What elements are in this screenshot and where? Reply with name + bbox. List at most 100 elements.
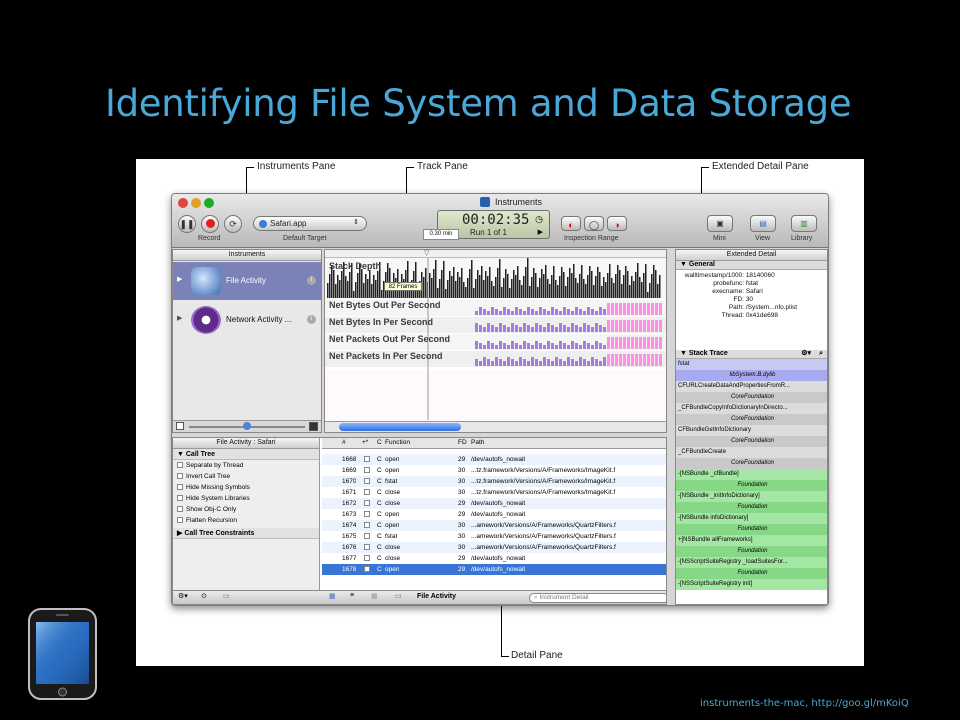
table-row[interactable]: 1671 Cclose 30 ...tz.framework/Versions/A/F… — [322, 487, 666, 498]
small-track-icon[interactable] — [176, 422, 184, 430]
loop-button[interactable]: ⟳ — [224, 215, 242, 233]
table-row[interactable]: 1668 Copen 29/dev/autofs_nowait — [322, 454, 666, 465]
large-track-icon[interactable] — [309, 422, 318, 431]
search-icon[interactable]: ⌕ — [819, 350, 823, 358]
gear-icon[interactable]: ⚙▾ — [178, 592, 188, 600]
column-path[interactable]: Path — [471, 438, 484, 448]
table-row[interactable]: 1674 Copen 30 ...amework/Versions/A/Framewo… — [322, 520, 666, 531]
column-stack[interactable]: +* — [362, 438, 368, 448]
table-row[interactable]: 1672 Cclose 29/dev/autofs_nowait — [322, 498, 666, 509]
column-function[interactable]: Function — [385, 438, 410, 448]
target-popup[interactable]: Safari.app ⇕ — [253, 216, 367, 231]
stack-checkbox[interactable] — [364, 467, 370, 473]
disclosure-triangle-icon[interactable]: ▶ — [177, 275, 182, 283]
checkbox[interactable] — [177, 517, 183, 523]
instrument-row-file-activity[interactable]: ▶ File Activity i — [173, 262, 321, 300]
stack-checkbox[interactable] — [364, 555, 370, 561]
column-index[interactable]: # — [342, 438, 346, 448]
checkbox[interactable] — [177, 462, 183, 468]
stack-frame-library[interactable]: Foundation — [676, 568, 827, 579]
gear-icon[interactable]: ⚙▾ — [801, 350, 811, 358]
stack-checkbox[interactable] — [364, 456, 370, 462]
option-hide-missing-symbols[interactable]: Hide Missing Symbols — [173, 482, 319, 493]
stack-frame-library[interactable]: CoreFoundation — [676, 392, 827, 403]
instrument-row-network-activity[interactable]: ▶ Network Activity ... i — [173, 301, 321, 339]
checkbox[interactable] — [177, 484, 183, 490]
capture-icon[interactable]: ⊙ — [201, 592, 207, 600]
library-button[interactable]: ▥ — [791, 215, 817, 232]
instrument-detail-search[interactable]: ⌕ Instrument Detail — [529, 593, 666, 603]
stack-checkbox[interactable] — [364, 500, 370, 506]
grid-view-icon[interactable]: ▦ — [371, 592, 378, 600]
slider-thumb[interactable] — [243, 422, 251, 430]
option-hide-system-libraries[interactable]: Hide System Libraries — [173, 493, 319, 504]
stack-frame-library[interactable]: Foundation — [676, 502, 827, 513]
run-next-icon[interactable]: ▶ — [538, 228, 543, 236]
table-row[interactable]: 1677 Cclose 29/dev/autofs_nowait — [322, 553, 666, 564]
stack-frame[interactable]: _CFBundleCreate — [676, 447, 827, 458]
stack-frame[interactable]: -[NSScriptSuiteRegistry _loadSuitesFor..… — [676, 557, 827, 568]
call-tree-section[interactable]: ▼ Call Tree — [173, 449, 319, 460]
track-scrollbar[interactable] — [325, 421, 666, 432]
checkbox[interactable] — [177, 506, 183, 512]
stack-frame-library[interactable]: Foundation — [676, 524, 827, 535]
scroll-thumb[interactable] — [339, 423, 461, 431]
close-window-button[interactable] — [178, 198, 188, 208]
minimize-window-button[interactable] — [191, 198, 201, 208]
inspection-start-button[interactable]: ◐ — [561, 216, 581, 231]
stack-frame-library[interactable]: Foundation — [676, 546, 827, 557]
stack-checkbox[interactable] — [364, 544, 370, 550]
stack-checkbox[interactable] — [364, 522, 370, 528]
stack-frame-library[interactable]: CoreFoundation — [676, 436, 827, 447]
stack-checkbox[interactable] — [364, 533, 370, 539]
table-row[interactable]: 1673 Copen 29/dev/autofs_nowait — [322, 509, 666, 520]
stack-frame-library[interactable]: CoreFoundation — [676, 414, 827, 425]
breadcrumb[interactable]: File Activity — [417, 593, 456, 600]
checkbox[interactable] — [177, 495, 183, 501]
stack-frame[interactable]: -[NSBundle _cfBundle] — [676, 469, 827, 480]
stack-frame-library[interactable]: CoreFoundation — [676, 458, 827, 469]
playhead-icon[interactable]: ▽ — [424, 250, 429, 257]
stack-frame[interactable]: +[NSBundle allFrameworks] — [676, 535, 827, 546]
stack-frame[interactable]: fstat — [676, 359, 827, 370]
table-row[interactable]: 1675 Cfstat 30 ...amework/Versions/A/Framew… — [322, 531, 666, 542]
disclosure-triangle-icon[interactable]: ▶ — [177, 314, 182, 322]
stack-frame[interactable]: _CFBundleCopyInfoDictionaryInDirecto... — [676, 403, 827, 414]
stack-checkbox[interactable] — [364, 489, 370, 495]
inspection-clear-button[interactable]: ◯ — [584, 216, 604, 231]
stack-frame[interactable]: -[NSScriptSuiteRegistry init] — [676, 579, 827, 590]
column-fd[interactable]: FD — [458, 438, 467, 448]
view-button[interactable]: ▤ — [750, 215, 776, 232]
option-flatten-recursion[interactable]: Flatten Recursion — [173, 515, 319, 526]
option-invert-call-tree[interactable]: Invert Call Tree — [173, 471, 319, 482]
stack-checkbox[interactable] — [364, 511, 370, 517]
option-separate-by-thread[interactable]: Separate by Thread — [173, 460, 319, 471]
stack-frame[interactable]: -[NSBundle infoDictionary] — [676, 513, 827, 524]
stack-frame[interactable]: CFBundleGetInfoDictionary — [676, 425, 827, 436]
display-icon[interactable]: ▭ — [223, 592, 230, 600]
inspection-end-button[interactable]: ◑ — [607, 216, 627, 231]
stack-frame-library[interactable]: libSystem.B.dylib — [676, 370, 827, 381]
stack-checkbox[interactable] — [364, 566, 370, 572]
call-tree-constraints-section[interactable]: ▶ Call Tree Constraints — [173, 528, 319, 539]
table-row[interactable]: 1670 Cfstat 30 ...tz.framework/Versions/A/F… — [322, 476, 666, 487]
table-row[interactable]: 1676 Cclose 30 ...amework/Versions/A/Framew… — [322, 542, 666, 553]
list-view-icon[interactable]: ≡ — [350, 592, 354, 599]
stack-frame[interactable]: CFURLCreateDataAndPropertiesFromR... — [676, 381, 827, 392]
zoom-window-button[interactable] — [204, 198, 214, 208]
record-button[interactable] — [201, 215, 219, 233]
table-view-icon[interactable]: ▦ — [329, 592, 336, 600]
table-row[interactable]: 1678 Copen 29/dev/autofs_nowait — [322, 564, 666, 575]
pause-button[interactable]: ❚❚ — [178, 215, 196, 233]
panel-icon[interactable]: ▭ — [395, 592, 402, 600]
stack-trace-header[interactable]: ▼ Stack Trace ⚙▾ ⌕ — [676, 350, 827, 359]
checkbox[interactable] — [177, 473, 183, 479]
stack-checkbox[interactable] — [364, 478, 370, 484]
info-icon[interactable]: i — [307, 276, 316, 285]
column-c[interactable]: C — [377, 438, 382, 448]
option-show-objc-only[interactable]: Show Obj-C Only — [173, 504, 319, 515]
general-section-header[interactable]: ▼ General — [676, 261, 827, 270]
table-row[interactable]: 1669 Copen 30 ...tz.framework/Versions/A/Fr… — [322, 465, 666, 476]
stack-frame[interactable]: -[NSBundle _initInfoDictionary] — [676, 491, 827, 502]
mini-button[interactable]: ▣ — [707, 215, 733, 232]
